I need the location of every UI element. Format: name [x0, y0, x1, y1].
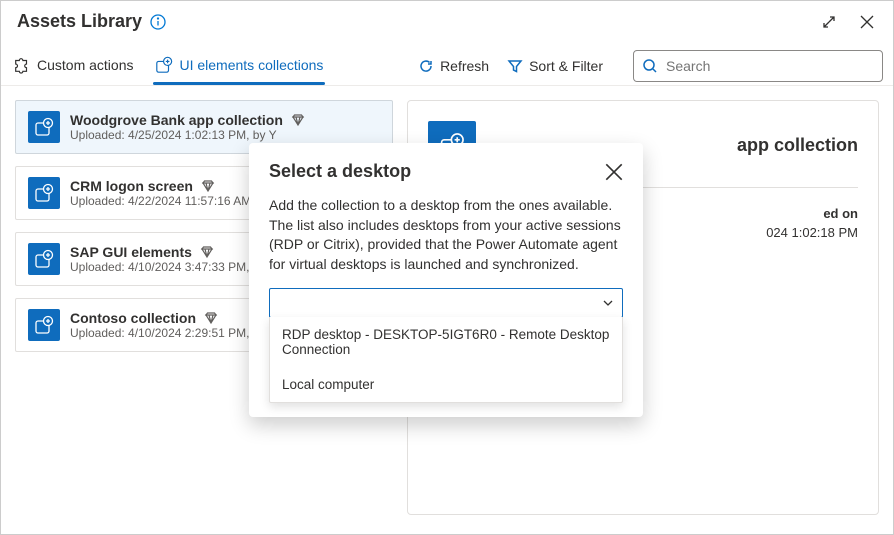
header-left: Assets Library	[17, 11, 166, 32]
filter-icon	[507, 58, 523, 74]
dropdown-option[interactable]: RDP desktop - DESKTOP-5IGT6R0 - Remote D…	[270, 317, 622, 367]
dropdown-option[interactable]: Local computer	[270, 367, 622, 402]
close-icon[interactable]	[605, 163, 623, 181]
collection-icon	[28, 111, 60, 143]
tab-custom-actions[interactable]: Custom actions	[11, 48, 135, 84]
premium-icon	[200, 245, 214, 259]
dropdown-list: RDP desktop - DESKTOP-5IGT6R0 - Remote D…	[269, 317, 623, 403]
tab-label: UI elements collections	[179, 57, 323, 73]
collection-icon	[28, 243, 60, 275]
ui-elements-icon	[155, 56, 173, 74]
collection-icon	[28, 309, 60, 341]
premium-icon	[204, 311, 218, 325]
tabs: Custom actions UI elements collections	[11, 48, 325, 84]
header-right	[819, 12, 877, 32]
collection-name: SAP GUI elements	[70, 244, 192, 260]
collection-icon	[28, 177, 60, 209]
modified-value: 024 1:02:18 PM	[766, 225, 858, 240]
detail-title: app collection	[737, 135, 858, 156]
window-header: Assets Library	[1, 1, 893, 42]
sort-filter-button[interactable]: Sort & Filter	[507, 58, 603, 74]
sort-filter-label: Sort & Filter	[529, 58, 603, 74]
refresh-icon	[418, 58, 434, 74]
modal-description: Add the collection to a desktop from the…	[269, 196, 623, 274]
premium-icon	[291, 113, 305, 127]
search-input[interactable]	[666, 58, 874, 74]
collection-name: CRM logon screen	[70, 178, 193, 194]
collection-meta: Uploaded: 4/25/2024 1:02:13 PM, by Y	[70, 128, 380, 142]
tab-ui-elements[interactable]: UI elements collections	[153, 48, 325, 84]
search-box[interactable]	[633, 50, 883, 82]
toolbar-actions: Refresh Sort & Filter	[418, 50, 883, 82]
search-icon	[642, 58, 658, 74]
chevron-down-icon	[602, 297, 614, 309]
refresh-button[interactable]: Refresh	[418, 58, 489, 74]
info-icon[interactable]	[150, 14, 166, 30]
page-title: Assets Library	[17, 11, 142, 32]
modal-title: Select a desktop	[269, 161, 411, 182]
select-desktop-modal: Select a desktop Add the collection to a…	[249, 143, 643, 417]
premium-icon	[201, 179, 215, 193]
puzzle-icon	[13, 56, 31, 74]
collection-name: Contoso collection	[70, 310, 196, 326]
expand-button[interactable]	[819, 12, 839, 32]
desktop-select[interactable]	[269, 288, 623, 318]
toolbar: Custom actions UI elements collections R…	[1, 42, 893, 86]
modal-header: Select a desktop	[269, 161, 623, 182]
collection-name: Woodgrove Bank app collection	[70, 112, 283, 128]
close-button[interactable]	[857, 12, 877, 32]
tab-label: Custom actions	[37, 57, 133, 73]
modified-label: ed on	[766, 206, 858, 221]
refresh-label: Refresh	[440, 58, 489, 74]
